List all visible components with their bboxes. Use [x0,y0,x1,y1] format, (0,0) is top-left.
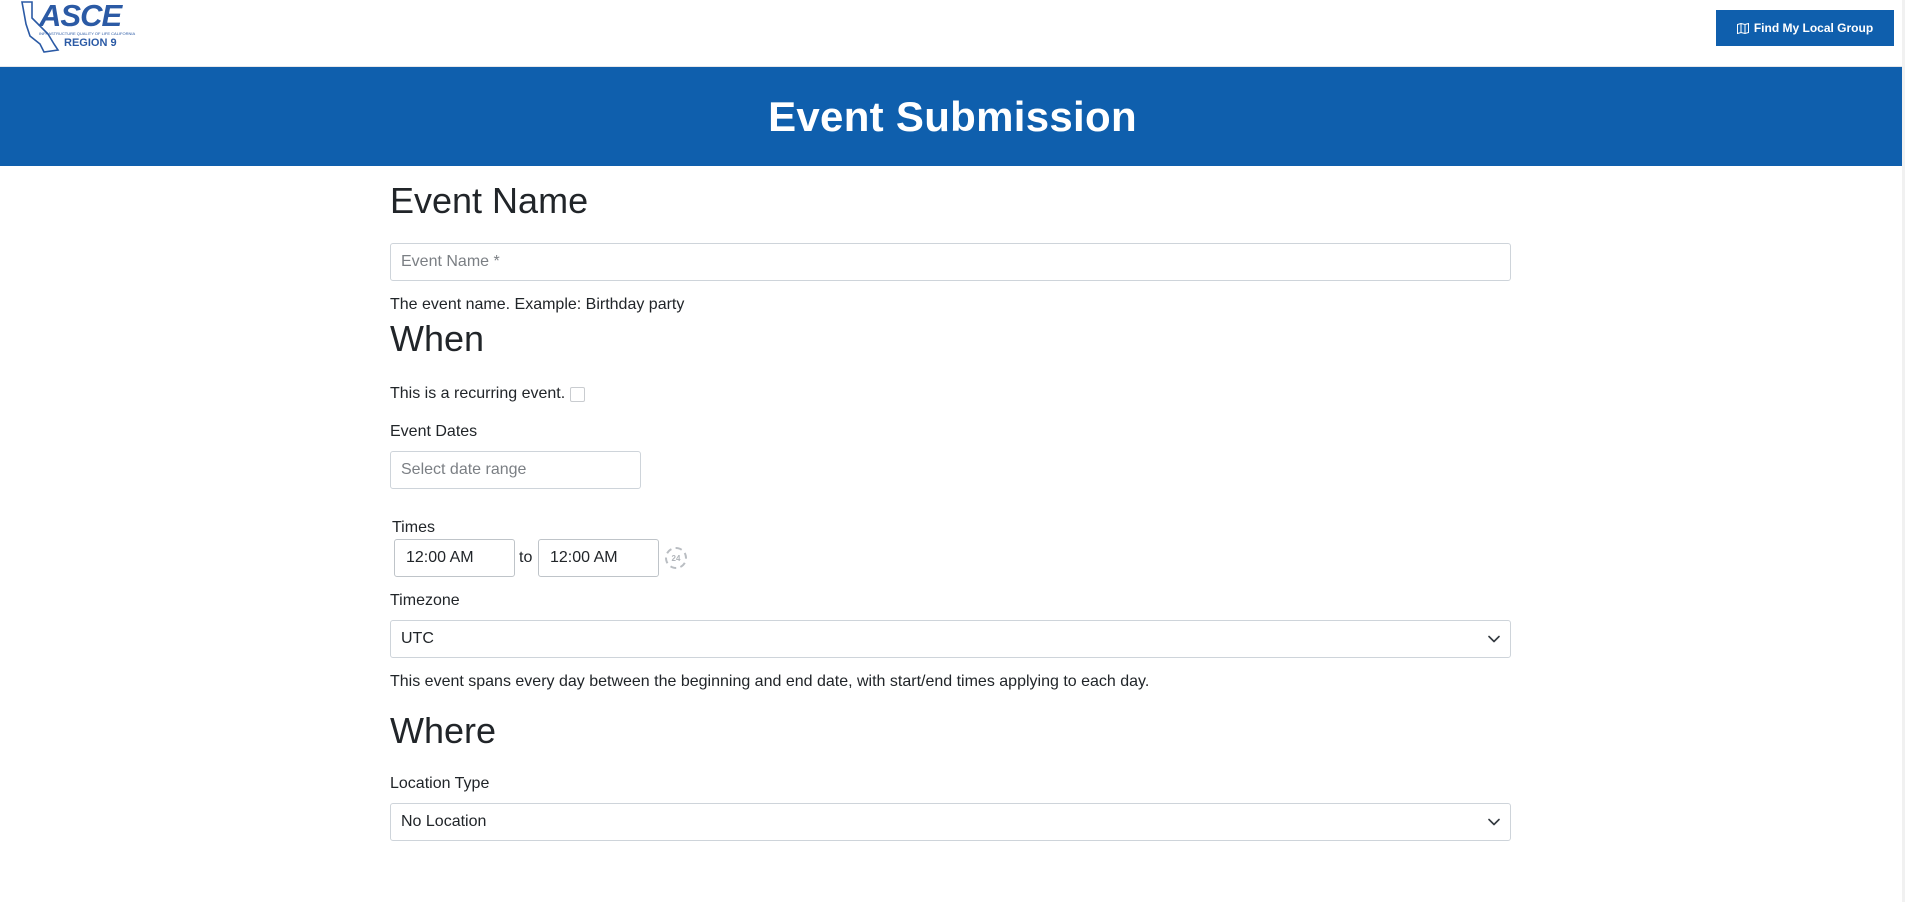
logo-region: REGION 9 [64,37,117,49]
end-time-value: 12:00 AM [550,549,618,566]
logo-tagline: INFRASTRUCTURE QUALITY OF LIFE CALIFORNI… [39,31,136,36]
when-heading: When [390,318,485,359]
recurring-event-label: This is a recurring event. [390,385,566,402]
asce-region-9-logo[interactable]: ASCE INFRASTRUCTURE QUALITY OF LIFE CALI… [18,0,135,56]
timezone-select[interactable]: UTC [390,620,1511,658]
page-title: Event Submission [768,92,1137,140]
location-type-value: No Location [401,813,487,830]
recurring-row: This is a recurring event. [390,385,586,403]
times-label: Times [392,519,435,536]
event-name-help: The event name. Example: Birthday party [390,296,685,313]
start-time-input[interactable]: 12:00 AM [394,539,515,577]
event-name-input[interactable] [390,243,1511,281]
start-time-value: 12:00 AM [406,549,474,566]
find-my-local-group-button[interactable]: Find My Local Group [1716,10,1894,46]
find-my-local-group-label: Find My Local Group [1753,21,1874,35]
timezone-value: UTC [401,630,434,647]
end-time-input[interactable]: 12:00 AM [538,539,659,577]
time-to-label: to [519,549,533,566]
map-icon [1736,22,1749,34]
recurring-event-checkbox[interactable] [570,386,586,402]
where-heading: Where [390,710,497,751]
hero-banner: Event Submission [0,67,1905,166]
chevron-down-icon [1488,818,1500,826]
event-span-help: This event spans every day between the b… [390,673,1150,690]
clock-24h-text: 24 [671,553,681,563]
location-type-select[interactable]: No Location [390,803,1511,841]
event-dates-input[interactable] [390,451,641,489]
clock-24h-icon[interactable]: 24 [665,547,687,569]
event-name-heading: Event Name [390,180,589,221]
timezone-label: Timezone [390,592,460,609]
event-dates-label: Event Dates [390,423,478,440]
chevron-down-icon [1488,635,1500,643]
top-bar: ASCE INFRASTRUCTURE QUALITY OF LIFE CALI… [0,0,1905,67]
logo-text: ASCE [39,0,122,33]
location-type-label: Location Type [390,775,490,792]
